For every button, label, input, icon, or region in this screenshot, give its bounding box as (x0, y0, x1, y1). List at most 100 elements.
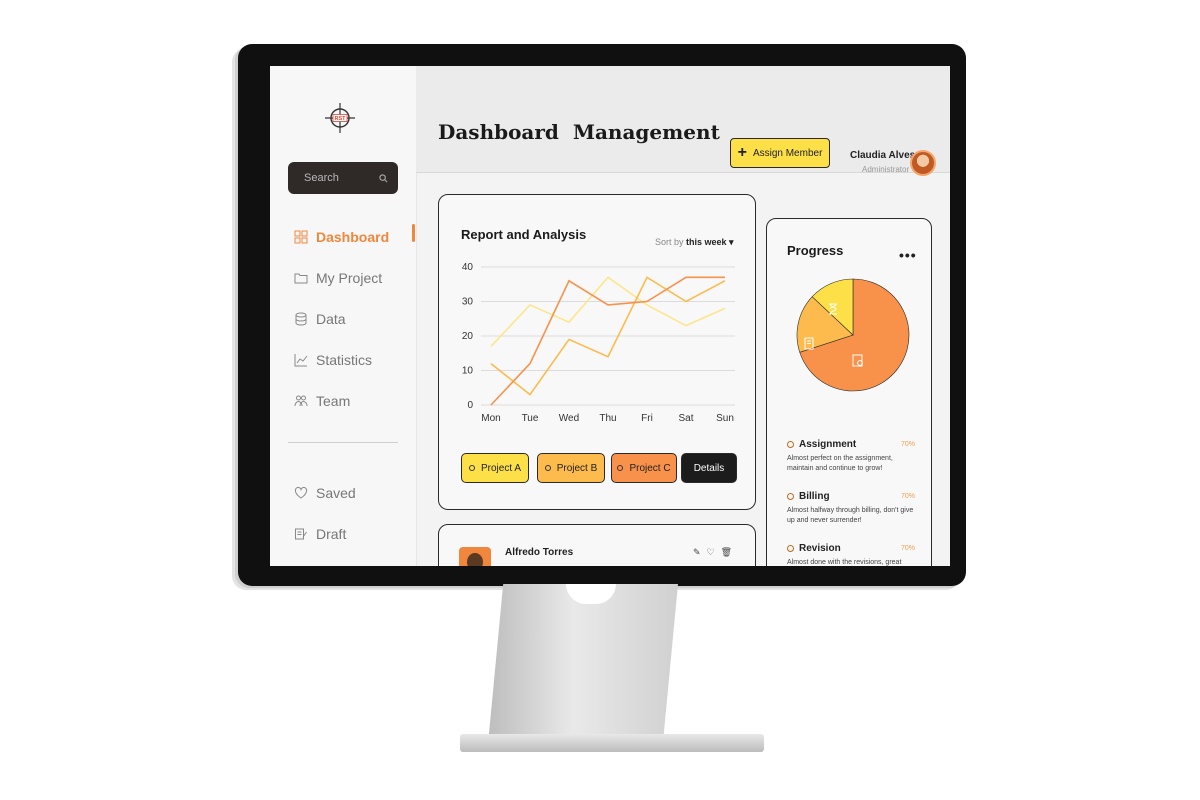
series-line-3 (490, 276, 725, 406)
x-tick-label: Sun (716, 413, 734, 424)
sort-label: Sort by (655, 237, 684, 247)
report-card: Report and Analysis Sort by this week ▾ … (438, 194, 756, 510)
assign-member-button[interactable]: + Assign Member (730, 138, 830, 168)
screen: RST Dashboard My Project Data Statistics (270, 66, 950, 566)
search-box[interactable] (288, 162, 398, 194)
nav-item-draft[interactable]: Draft (294, 513, 356, 554)
y-tick-label: 0 (467, 400, 473, 411)
report-title: Report and Analysis (461, 227, 587, 242)
progress-item-label: Assignment (799, 439, 857, 450)
search-icon[interactable] (379, 173, 388, 183)
sort-dropdown[interactable]: Sort by this week ▾ (655, 237, 734, 248)
top-header: Dashboard Management + Assign Member Cla… (416, 66, 950, 176)
project-b-button[interactable]: Project B (537, 453, 605, 483)
progress-item-name: Revision (787, 543, 841, 554)
database-icon (295, 312, 307, 326)
sidebar: RST Dashboard My Project Data Statistics (270, 66, 417, 566)
logo-text: RST (335, 116, 347, 122)
progress-title: Progress (787, 243, 844, 258)
main-nav: Dashboard My Project Data Statistics Tea… (294, 216, 389, 421)
trash-icon[interactable]: 🗑 (721, 547, 732, 558)
compass-logo-icon: RST (325, 103, 355, 133)
page-title: Dashboard Management (438, 120, 720, 144)
member-name: Alfredo Torres (505, 547, 574, 558)
nav-item-team[interactable]: Team (294, 380, 389, 421)
y-tick-label: 10 (462, 366, 474, 377)
plus-icon: + (737, 144, 747, 161)
progress-card: Progress ••• Assignment 70% Almost perfec… (766, 218, 932, 566)
x-tick-label: Mon (481, 413, 500, 424)
user-avatar[interactable] (910, 150, 936, 176)
member-actions: ✎ ♡ 🗑 (693, 547, 732, 558)
progress-item-billing: Billing 70% Almost halfway through billin… (787, 491, 915, 526)
details-button[interactable]: Details (681, 453, 737, 483)
heart-icon (294, 486, 308, 499)
x-tick-label: Thu (599, 413, 616, 424)
project-c-label: Project C (629, 462, 671, 474)
y-tick-label: 40 (462, 262, 474, 273)
y-tick-label: 30 (462, 297, 474, 308)
grid-icon (294, 230, 308, 243)
project-a-button[interactable]: Project A (461, 453, 529, 483)
nav-label: Team (316, 392, 351, 409)
secondary-nav: Saved Draft (294, 472, 356, 554)
nav-item-saved[interactable]: Saved (294, 472, 356, 513)
project-a-label: Project A (480, 462, 522, 474)
project-b-label: Project B (556, 462, 598, 474)
heart-icon[interactable]: ♡ (707, 547, 715, 558)
x-tick-label: Wed (559, 413, 579, 424)
x-tick-label: Tue (522, 413, 539, 424)
progress-pie-chart (796, 278, 910, 392)
draft-icon (295, 528, 307, 539)
monitor-base (460, 734, 764, 752)
progress-item-name: Assignment (787, 439, 856, 450)
user-role: Administrator (862, 165, 910, 174)
member-card: Alfredo Torres ✎ ♡ 🗑 (438, 524, 756, 566)
folder-icon (294, 273, 308, 283)
hourglass-icon (829, 303, 837, 315)
sidebar-divider (288, 442, 398, 443)
chart-icon (294, 353, 308, 366)
bullet-icon (787, 441, 794, 448)
x-tick-label: Fri (641, 413, 653, 424)
nav-item-my-project[interactable]: My Project (294, 257, 389, 298)
project-b-dot (544, 465, 551, 471)
nav-label: Saved (316, 484, 356, 501)
bullet-icon (787, 493, 794, 500)
progress-item-label: Revision (799, 543, 841, 554)
progress-item-pct: 70% (900, 441, 915, 448)
progress-item-assignment: Assignment 70% Almost perfect on the assi… (787, 439, 915, 474)
y-tick-label: 20 (462, 331, 474, 342)
nav-item-statistics[interactable]: Statistics (294, 339, 389, 380)
user-name: Claudia Alves (850, 150, 916, 161)
progress-item-label: Billing (799, 491, 830, 502)
progress-item-desc: Almost perfect on the assignment, mainta… (787, 455, 893, 472)
project-c-button[interactable]: Project C (611, 453, 677, 483)
bullet-icon (787, 545, 794, 552)
active-indicator (412, 224, 415, 242)
progress-item-name: Billing (787, 491, 830, 502)
document-gear-icon (804, 337, 814, 350)
nav-label: My Project (316, 269, 383, 286)
pin-icon[interactable]: ✎ (693, 547, 701, 558)
x-tick-label: Sat (678, 413, 693, 424)
team-icon (294, 395, 308, 406)
progress-item-desc: Almost done with the revisions, great (787, 559, 902, 566)
progress-item-revision: Revision 70% Almost done with the revisio… (787, 543, 915, 566)
progress-item-pct: 70% (900, 545, 915, 552)
progress-item-desc: Almost halfway through billing, don't gi… (787, 507, 914, 524)
member-avatar[interactable] (459, 547, 491, 566)
assign-member-label: Assign Member (752, 147, 823, 159)
clipboard-gear-icon (852, 354, 863, 367)
project-c-dot (617, 465, 624, 471)
monitor-stand (488, 584, 678, 744)
nav-item-data[interactable]: Data (294, 298, 389, 339)
project-a-dot (468, 465, 475, 471)
more-options-icon[interactable]: ••• (899, 247, 917, 263)
search-input[interactable] (302, 171, 376, 185)
sort-value: this week ▾ (686, 237, 734, 247)
nav-label: Draft (316, 525, 347, 542)
details-label: Details (693, 462, 725, 474)
nav-label: Data (316, 310, 346, 327)
nav-item-dashboard[interactable]: Dashboard (294, 216, 389, 257)
